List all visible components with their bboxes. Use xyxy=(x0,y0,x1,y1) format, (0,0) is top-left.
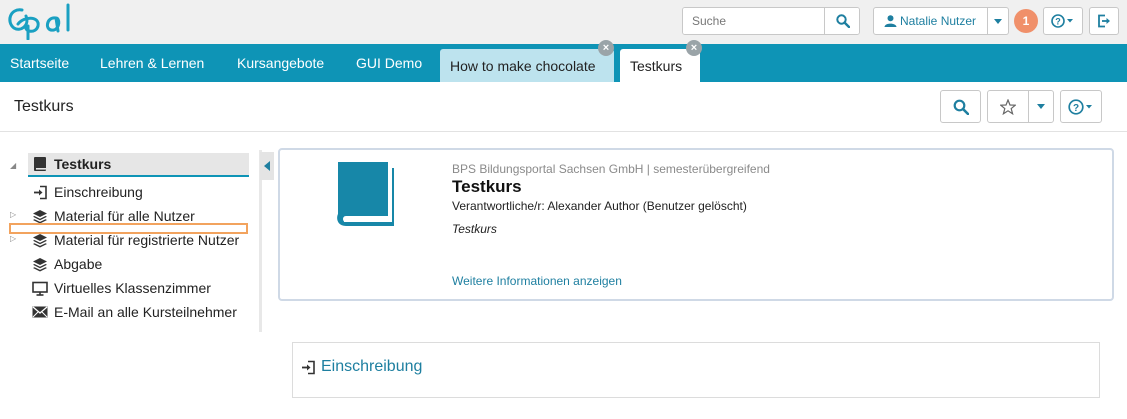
expand-arrow-icon[interactable]: ▷ xyxy=(10,234,16,243)
course-responsible: Verantwortliche/r: Alexander Author (Ben… xyxy=(452,199,747,213)
user-menu-button[interactable]: Natalie Nutzer xyxy=(873,7,988,35)
tree-item-einschreibung[interactable]: Einschreibung xyxy=(32,182,143,202)
course-organization: BPS Bildungsportal Sachsen GmbH | semest… xyxy=(452,162,770,176)
notification-badge[interactable]: 1 xyxy=(1014,9,1038,33)
layers-icon xyxy=(32,232,48,248)
course-tree: ◢ Testkurs Einschreibung ▷ Material für … xyxy=(0,150,260,332)
tree-collapse-toggle[interactable] xyxy=(260,152,274,180)
enrollment-link-label: Einschreibung xyxy=(321,358,423,375)
tab-label: Testkurs xyxy=(630,58,683,74)
star-icon xyxy=(1000,98,1016,115)
enrollment-panel: Einschreibung xyxy=(292,342,1100,398)
user-name: Natalie Nutzer xyxy=(900,14,977,28)
search-icon xyxy=(953,99,969,115)
tree-item-label: Material für alle Nutzer xyxy=(54,208,195,224)
tree-item-label: Material für registrierte Nutzer xyxy=(54,232,240,248)
more-info-link[interactable]: Weitere Informationen anzeigen xyxy=(452,274,622,288)
course-toolbar: Testkurs ? xyxy=(0,82,1127,132)
tree-item-label: Abgabe xyxy=(54,256,103,272)
book-icon xyxy=(34,157,46,171)
enrollment-link[interactable]: Einschreibung xyxy=(301,358,422,376)
enroll-icon xyxy=(32,184,48,200)
caret-down-icon xyxy=(994,18,1002,24)
tree-item-label: E-Mail an alle Kursteilnehmer xyxy=(54,304,237,320)
collapse-arrow-icon[interactable]: ◢ xyxy=(10,161,16,170)
favorite-dropdown[interactable] xyxy=(1028,90,1054,123)
logout-button[interactable] xyxy=(1089,7,1119,35)
svg-text:?: ? xyxy=(1073,102,1079,113)
course-subtitle: Testkurs xyxy=(452,222,497,236)
monitor-icon xyxy=(32,280,48,296)
search-button[interactable] xyxy=(824,8,859,34)
help-icon: ? xyxy=(1051,14,1073,28)
search-box xyxy=(682,7,860,35)
search-icon xyxy=(835,14,850,28)
tree-item-email-kursteilnehmer[interactable]: E-Mail an alle Kursteilnehmer xyxy=(32,302,237,322)
envelope-icon xyxy=(32,304,48,320)
nav-item-lehren-lernen[interactable]: Lehren & Lernen xyxy=(100,44,204,82)
top-bar: Natalie Nutzer 1 ? xyxy=(0,0,1127,44)
caret-left-icon xyxy=(264,161,270,171)
main-navigation: Startseite Lehren & Lernen Kursangebote … xyxy=(0,40,1127,82)
search-input[interactable] xyxy=(683,8,824,34)
close-tab-icon[interactable]: × xyxy=(598,40,614,56)
user-icon xyxy=(884,15,897,27)
tree-item-virtuelles-klassenzimmer[interactable]: Virtuelles Klassenzimmer xyxy=(32,278,211,298)
tree-item-abgabe[interactable]: Abgabe xyxy=(32,254,102,274)
tree-item-label: Virtuelles Klassenzimmer xyxy=(54,280,211,296)
layers-icon xyxy=(32,256,48,272)
expand-arrow-icon[interactable]: ▷ xyxy=(10,210,16,219)
tab-label: How to make chocolate xyxy=(450,58,596,74)
nav-item-gui-demo[interactable]: GUI Demo xyxy=(356,44,422,82)
tree-root-label: Testkurs xyxy=(54,156,112,172)
layers-icon xyxy=(32,208,48,224)
svg-text:?: ? xyxy=(1055,17,1061,27)
course-title: Testkurs xyxy=(452,177,522,196)
favorite-button[interactable] xyxy=(987,90,1029,123)
book-icon xyxy=(337,162,394,226)
help-icon: ? xyxy=(1068,98,1092,115)
help-button[interactable]: ? xyxy=(1043,7,1083,35)
course-help-button[interactable]: ? xyxy=(1060,90,1102,123)
tree-item-material-alle-nutzer[interactable]: Material für alle Nutzer xyxy=(32,206,195,226)
course-info-card: BPS Bildungsportal Sachsen GmbH | semest… xyxy=(278,148,1114,301)
tree-item-label: Einschreibung xyxy=(54,184,143,200)
nav-item-kursangebote[interactable]: Kursangebote xyxy=(237,44,324,82)
tree-root-testkurs[interactable]: Testkurs xyxy=(28,153,249,177)
caret-down-icon xyxy=(1037,104,1045,109)
course-search-button[interactable] xyxy=(940,90,981,123)
enroll-icon xyxy=(302,360,315,374)
logout-icon xyxy=(1098,14,1110,28)
tab-how-to-make-chocolate[interactable]: How to make chocolate xyxy=(440,49,614,82)
user-menu-dropdown[interactable] xyxy=(988,7,1009,35)
close-tab-icon[interactable]: × xyxy=(686,40,702,56)
nav-item-startseite[interactable]: Startseite xyxy=(10,44,69,82)
page-title: Testkurs xyxy=(14,98,74,115)
opal-logo[interactable] xyxy=(4,2,78,40)
tree-item-material-registrierte-nutzer[interactable]: Material für registrierte Nutzer xyxy=(32,230,239,250)
